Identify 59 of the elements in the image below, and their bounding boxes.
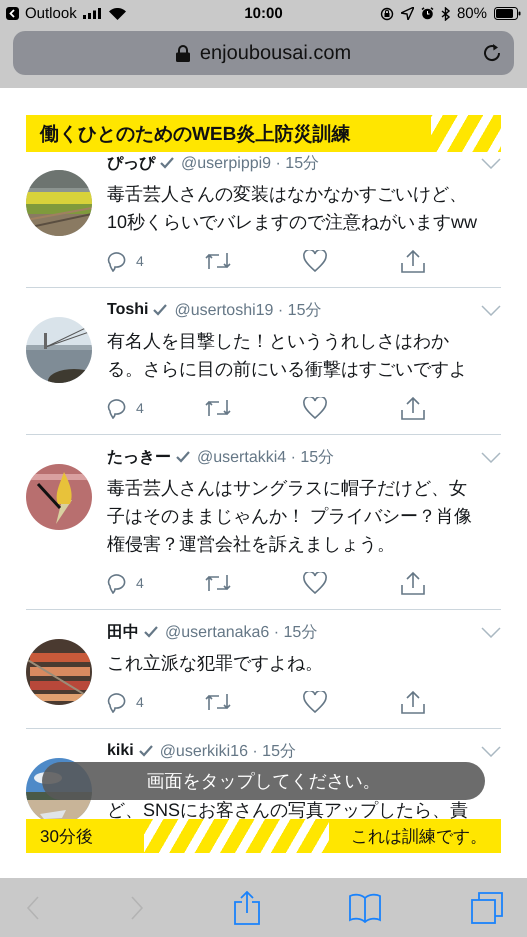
tweet-text: 毒舌芸人さんはサングラスに帽子だけど、女子はそのままじゃんか！ プライバシー？肖像権侵害？運営会社を訴えましょう。 <box>107 477 474 556</box>
tweet-text: ど、SNSにお客さんの写真アップしたら、責 <box>107 799 470 819</box>
wifi-icon <box>108 8 126 20</box>
battery-icon <box>494 7 521 20</box>
retweet-icon[interactable] <box>205 252 231 270</box>
verified-check-icon <box>176 451 190 463</box>
retweet-icon[interactable] <box>205 574 231 592</box>
user-name[interactable]: ぴっぴ <box>107 152 155 174</box>
reload-icon[interactable] <box>482 43 502 63</box>
bluetooth-icon <box>440 6 450 20</box>
share-icon[interactable] <box>401 690 425 714</box>
heart-icon[interactable] <box>303 397 327 419</box>
reply-count: 4 <box>136 253 144 269</box>
verified-check-icon <box>144 626 158 638</box>
user-handle-time: @usertakki4 · 15分 <box>197 448 334 468</box>
verified-check-icon <box>160 157 174 169</box>
retweet-icon[interactable] <box>205 693 231 711</box>
back-app-label[interactable]: Outlook <box>25 5 77 22</box>
heart-icon[interactable] <box>303 691 327 713</box>
back-app-icon[interactable] <box>6 7 19 20</box>
reply-count: 4 <box>136 575 144 591</box>
battery-percent: 80% <box>456 5 487 22</box>
url-text: enjoubousai.com <box>200 42 352 64</box>
heart-icon[interactable] <box>303 250 327 272</box>
tweet-text: これ立派な犯罪ですよね。 <box>107 652 324 675</box>
reply-count: 4 <box>136 400 144 416</box>
alarm-clock-icon <box>420 7 434 20</box>
user-name[interactable]: たっきー <box>107 446 171 468</box>
speech-bubble-icon[interactable] <box>107 692 128 712</box>
share-icon[interactable] <box>401 396 425 420</box>
user-handle-time: @usertoshi19 · 15分 <box>174 300 322 320</box>
toast-message[interactable]: 画面をタップしてください。 <box>42 762 485 800</box>
signal-icon <box>82 8 103 19</box>
drill-notice: これは訓練です。 <box>351 826 487 848</box>
user-name[interactable]: kiki <box>107 742 134 760</box>
retweet-icon[interactable] <box>205 399 231 417</box>
reply-count: 4 <box>136 694 144 710</box>
heart-icon[interactable] <box>303 572 327 594</box>
location-arrow-icon <box>400 7 414 20</box>
verified-check-icon <box>153 304 168 316</box>
tweet-text: 有名人を目撃した！といううれしさはわかる。さらに目の前にいる衝撃はすごいですよ <box>107 330 468 381</box>
speech-bubble-icon[interactable] <box>107 398 128 418</box>
speech-bubble-icon[interactable] <box>107 572 128 594</box>
address-bar[interactable]: enjoubousai.com <box>13 31 514 75</box>
user-name[interactable]: 田中 <box>107 622 139 642</box>
user-handle-time: @usertanaka6 · 15分 <box>165 622 318 642</box>
rotation-lock-icon <box>380 6 394 20</box>
user-handle-time: @userpippi9 · 15分 <box>181 154 320 174</box>
verified-check-icon <box>138 745 153 757</box>
countdown-label: 30分後 <box>40 826 93 848</box>
share-icon[interactable] <box>401 571 425 595</box>
speech-bubble-icon[interactable] <box>107 250 128 272</box>
user-name[interactable]: Toshi <box>107 301 148 319</box>
banner-title: 働くひとのためのWEB炎上防災訓練 <box>40 122 350 146</box>
share-icon[interactable] <box>401 249 425 273</box>
tweet-text: 毒舌芸人さんの変装はなかなかすごいけど、10秒くらいでバレますので注意ねがいますww <box>107 183 478 234</box>
clock-time: 10:00 <box>244 5 283 22</box>
user-handle-time: @userkiki16 · 15分 <box>160 742 296 762</box>
lock-icon <box>176 44 190 62</box>
